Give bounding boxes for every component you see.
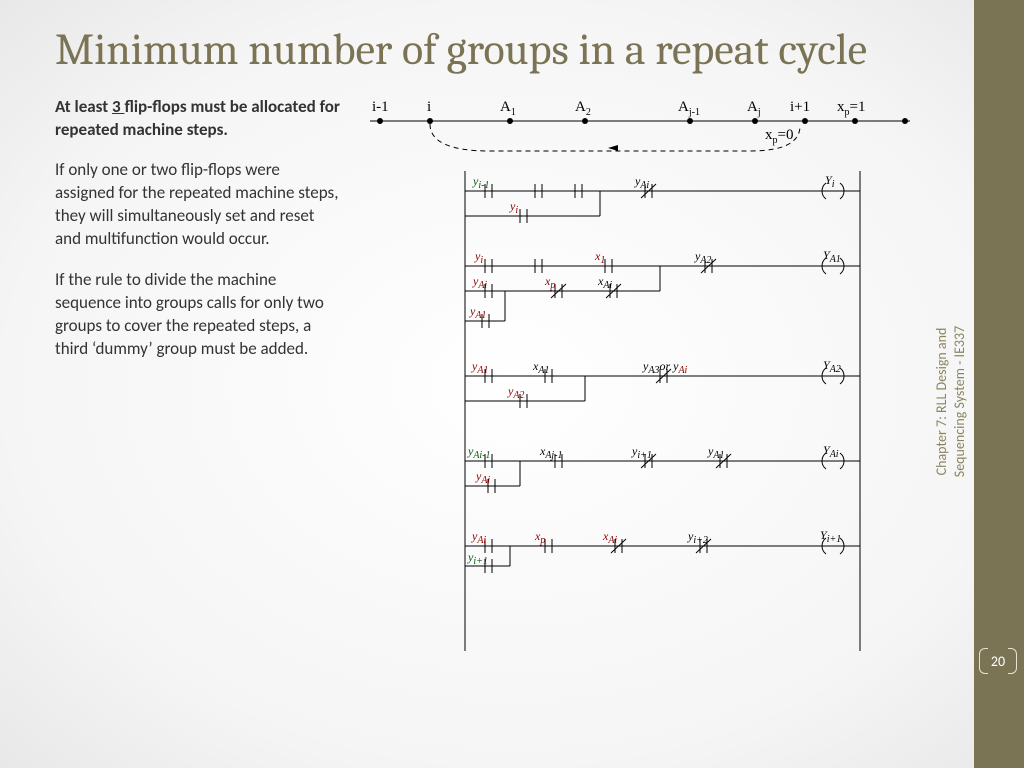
svg-text:yi: yi	[474, 249, 483, 266]
rung-2: yi x1 yA2 YA1 yAi xp xAi yA1	[465, 248, 860, 328]
paragraph-3: If the rule to divide the machine sequen…	[55, 269, 340, 361]
node-a2: A	[575, 99, 586, 115]
node-aj-1: A	[678, 99, 689, 115]
paragraph-2: If only one or two flip-flops were assig…	[55, 159, 340, 251]
svg-text:YAi: YAi	[823, 443, 839, 460]
rung-3: yA1 xA1 yA3or yAi YA2 yA2	[465, 358, 860, 408]
chapter-line2: Sequencing System - IE337	[950, 326, 967, 477]
node-a2-sub: 2	[586, 107, 591, 118]
rung-1: yi-1 yi yAi Yi	[465, 173, 860, 223]
svg-text:yAi: yAi	[634, 174, 649, 191]
chapter-line1: Chapter 7: RLL Design and	[933, 328, 950, 476]
svg-text:yi: yi	[509, 199, 518, 216]
svg-text:yi-1: yi-1	[472, 174, 489, 191]
svg-text:Yi+1: Yi+1	[820, 528, 841, 545]
svg-text:A1: A1	[500, 99, 516, 118]
svg-text:xAi: xAi	[597, 274, 612, 291]
svg-text:yA1: yA1	[469, 304, 486, 321]
node-i: i	[427, 99, 431, 115]
svg-text:yA2: yA2	[507, 384, 524, 401]
xp0-eq: =0	[778, 127, 794, 143]
slide-title: Minimum number of groups in a repeat cyc…	[55, 25, 920, 76]
svg-text:Aj-1: Aj-1	[678, 99, 700, 118]
svg-text:yAi: yAi	[475, 469, 490, 486]
lead-num: 3	[112, 96, 124, 117]
node-xp-eq: =1	[850, 99, 866, 115]
chapter-label: Chapter 7: RLL Design and Sequencing Sys…	[933, 326, 968, 477]
ladder-diagram: i-1 i A1 A2 Aj-1 Aj i+1 xp=1 xp=0	[360, 96, 920, 661]
svg-text:xA1: xA1	[532, 359, 549, 376]
svg-text:xp=0: xp=0	[765, 127, 793, 146]
svg-text:yAi: yAi	[471, 529, 486, 546]
node-aj: A	[747, 99, 758, 115]
svg-text:yAi-1: yAi-1	[467, 444, 491, 461]
svg-text:xp=1: xp=1	[837, 99, 865, 118]
node-aj-1-sub: j-1	[688, 107, 700, 118]
svg-text:x1: x1	[594, 249, 605, 266]
svg-text:xp: xp	[534, 529, 545, 546]
lead-paragraph: At least 3 flip-flops must be allocated …	[55, 96, 340, 142]
node-a1: A	[500, 99, 511, 115]
svg-text:yA3or yAi: yA3or yAi	[642, 359, 688, 376]
svg-text:xAj-1: xAj-1	[539, 444, 563, 461]
svg-text:YA2: YA2	[823, 358, 841, 375]
svg-text:Yi: Yi	[825, 173, 835, 190]
page-number: 20	[991, 653, 1005, 670]
svg-text:Aj: Aj	[747, 99, 761, 118]
node-aj-sub: j	[757, 107, 761, 118]
node-i+1: i+1	[790, 99, 810, 115]
svg-text:xAi: xAi	[602, 529, 617, 546]
svg-text:yi+1: yi+1	[631, 444, 652, 461]
svg-text:yA1: yA1	[471, 359, 488, 376]
rung-4: yAi-1 xAj-1 yi+1 yA1 YAi yAi	[465, 443, 860, 493]
node-i-1: i-1	[372, 99, 389, 115]
svg-text:yA2: yA2	[694, 249, 711, 266]
svg-text:yA1: yA1	[707, 444, 724, 461]
svg-text:xp: xp	[544, 274, 555, 291]
page-number-badge: 20	[981, 649, 1015, 673]
svg-text:yi+2: yi+2	[687, 529, 708, 546]
lead-pre: At least	[55, 96, 112, 117]
rung-5: yAi xp xAi yi+2 Yi+1 yi+1	[465, 528, 860, 573]
body-text: At least 3 flip-flops must be allocated …	[55, 96, 340, 661]
node-a1-sub: 1	[511, 107, 516, 118]
svg-text:A2: A2	[575, 99, 591, 118]
svg-text:YA1: YA1	[823, 248, 841, 265]
svg-text:yAi: yAi	[472, 274, 487, 291]
